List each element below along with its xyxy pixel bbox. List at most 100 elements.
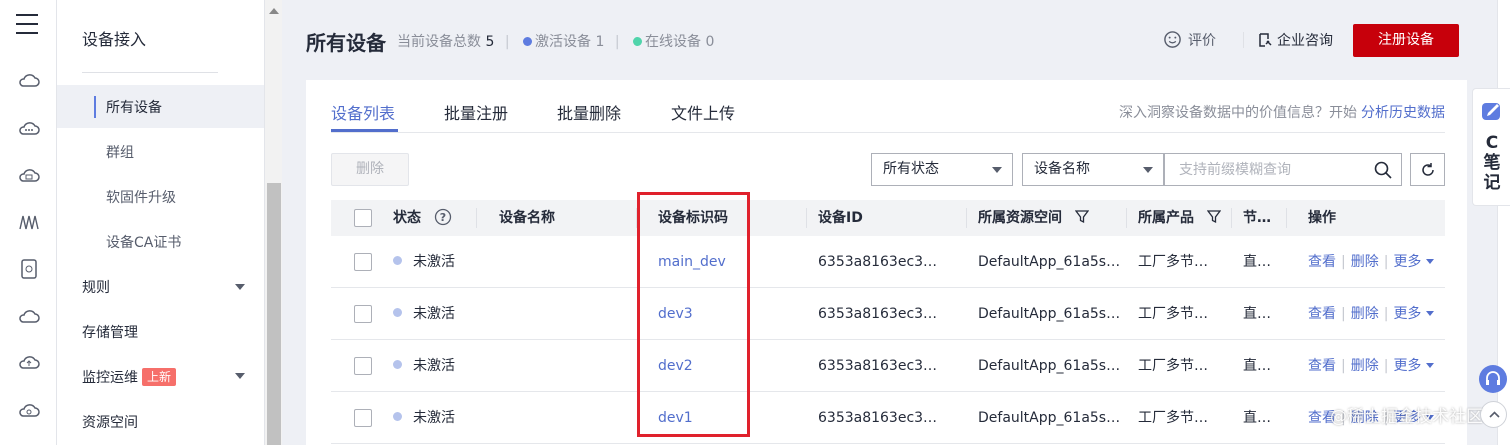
- col-ops: 操作: [1308, 210, 1336, 226]
- smile-icon: [1164, 31, 1181, 48]
- col-separator: [1231, 208, 1232, 228]
- sidebar-item-storage[interactable]: 存储管理: [82, 322, 138, 342]
- col-separator: [1286, 208, 1287, 228]
- select-all-checkbox[interactable]: [354, 209, 372, 227]
- wave-icon[interactable]: [18, 211, 40, 233]
- register-device-button[interactable]: 注册设备: [1353, 24, 1459, 57]
- rate-link[interactable]: 评价: [1163, 30, 1216, 50]
- cloud-dots-icon[interactable]: [18, 118, 40, 140]
- delete-link[interactable]: 删除: [1351, 358, 1379, 374]
- delete-button[interactable]: 删除: [331, 153, 409, 186]
- table-row: 未激活 dev1 6353a8163ec3… DefaultApp_61a5s……: [331, 392, 1445, 444]
- cloud-upload-icon[interactable]: [18, 352, 40, 374]
- device-stats: 当前设备总数 5 | 激活设备 1 | 在线设备 0: [397, 34, 715, 50]
- cloud-square-icon[interactable]: [18, 165, 40, 187]
- online-dot-icon: [633, 37, 642, 46]
- row-checkbox[interactable]: [354, 253, 372, 271]
- sidebar-item-all-devices[interactable]: 所有设备: [106, 97, 162, 117]
- delete-link[interactable]: 删除: [1351, 306, 1379, 322]
- view-link[interactable]: 查看: [1308, 254, 1336, 270]
- insight-text: 深入洞察设备数据中的价值信息？开始 分析历史数据: [1119, 102, 1445, 122]
- col-space-label: 所属资源空间: [978, 210, 1062, 226]
- row-checkbox[interactable]: [354, 305, 372, 323]
- filter-icon[interactable]: [1074, 210, 1090, 224]
- delete-link[interactable]: 删除: [1351, 254, 1379, 270]
- sidebar-item-firmware-upgrade[interactable]: 软固件升级: [106, 187, 176, 207]
- rate-label: 评价: [1188, 33, 1216, 49]
- field-select[interactable]: 设备名称: [1022, 153, 1164, 186]
- row-node-type: 直…: [1243, 306, 1271, 322]
- cloud-icon[interactable]: [18, 70, 40, 92]
- sidebar-item-monitoring[interactable]: 监控运维 上新: [82, 367, 177, 387]
- row-node-type: 直…: [1243, 410, 1271, 426]
- sidebar-item-device-ca[interactable]: 设备CA证书: [106, 232, 181, 252]
- more-link[interactable]: 更多: [1393, 358, 1421, 374]
- chevron-down-icon[interactable]: [1426, 363, 1435, 368]
- active-label: 激活设备: [535, 34, 591, 50]
- page-title: 所有设备: [306, 31, 386, 55]
- nav-section-title: 设备接入: [82, 30, 147, 49]
- tab-batch-delete[interactable]: 批量删除: [557, 100, 621, 124]
- chevron-down-icon[interactable]: [1426, 311, 1435, 316]
- col-separator: [1126, 208, 1127, 228]
- view-link[interactable]: 查看: [1308, 358, 1336, 374]
- scroll-up-icon[interactable]: [269, 8, 279, 14]
- col-separator: [806, 208, 807, 228]
- col-product: 所属产品: [1138, 200, 1222, 236]
- search-input[interactable]: [1177, 154, 1367, 185]
- sidebar-scrollbar[interactable]: [264, 0, 282, 445]
- sidebar-item-groups[interactable]: 群组: [106, 142, 134, 162]
- more-link[interactable]: 更多: [1393, 306, 1421, 322]
- device-icon[interactable]: [18, 258, 40, 280]
- chevron-down-icon: [1143, 167, 1153, 173]
- scrollbar-thumb[interactable]: [267, 183, 281, 445]
- more-link[interactable]: 更多: [1393, 254, 1421, 270]
- support-icon[interactable]: [1479, 365, 1507, 393]
- refresh-button[interactable]: [1410, 153, 1445, 186]
- row-status: 未激活: [393, 340, 455, 392]
- insight-label: 深入洞察设备数据中的价值信息？开始: [1119, 105, 1357, 121]
- tab-device-list[interactable]: 设备列表: [331, 100, 395, 124]
- col-name: 设备名称: [499, 210, 555, 226]
- row-checkbox[interactable]: [354, 409, 372, 427]
- row-space: DefaultApp_61a5s…: [978, 306, 1121, 322]
- cloud-outline-icon[interactable]: [18, 306, 40, 328]
- row-product: 工厂多节…: [1138, 410, 1208, 426]
- help-icon[interactable]: ?: [434, 208, 452, 226]
- row-checkbox[interactable]: [354, 357, 372, 375]
- floating-note-widget[interactable]: C笔记: [1472, 88, 1510, 206]
- cloud-gear-icon[interactable]: [18, 400, 40, 422]
- search-box: [1164, 153, 1402, 186]
- sidebar-item-resource-space[interactable]: 资源空间: [82, 412, 138, 432]
- row-ops: 查看 | 删除 | 更多: [1308, 340, 1435, 392]
- analyze-history-link[interactable]: 分析历史数据: [1361, 105, 1445, 121]
- search-icon[interactable]: [1373, 160, 1393, 180]
- consult-label: 企业咨询: [1277, 33, 1333, 49]
- filter-icon[interactable]: [1206, 210, 1222, 224]
- status-text: 未激活: [413, 306, 455, 322]
- sidebar-item-rules[interactable]: 规则: [82, 277, 110, 297]
- menu-icon[interactable]: [16, 14, 38, 34]
- col-separator: [476, 208, 477, 228]
- chevron-down-icon[interactable]: [235, 284, 245, 290]
- header-divider: [1243, 32, 1244, 48]
- tab-batch-register[interactable]: 批量注册: [444, 100, 508, 124]
- total-value: 5: [485, 34, 495, 50]
- row-space: DefaultApp_61a5s…: [978, 254, 1121, 270]
- col-product-label: 所属产品: [1138, 210, 1194, 226]
- row-status: 未激活: [393, 392, 455, 444]
- icon-rail: [0, 0, 57, 445]
- status-select[interactable]: 所有状态: [871, 153, 1013, 186]
- chevron-down-icon: [992, 167, 1002, 173]
- tab-file-upload[interactable]: 文件上传: [671, 100, 735, 124]
- sidebar-item-label: 监控运维: [82, 370, 138, 386]
- row-ops: 查看 | 删除 | 更多: [1308, 236, 1435, 288]
- new-badge: 上新: [142, 368, 177, 386]
- refresh-icon: [1422, 163, 1434, 176]
- consult-link[interactable]: 企业咨询: [1257, 30, 1333, 50]
- chevron-down-icon[interactable]: [1426, 259, 1435, 264]
- back-to-top-button[interactable]: [1480, 401, 1507, 428]
- view-link[interactable]: 查看: [1308, 306, 1336, 322]
- chevron-down-icon[interactable]: [235, 373, 245, 379]
- row-ops: 查看 | 删除 | 更多: [1308, 288, 1435, 340]
